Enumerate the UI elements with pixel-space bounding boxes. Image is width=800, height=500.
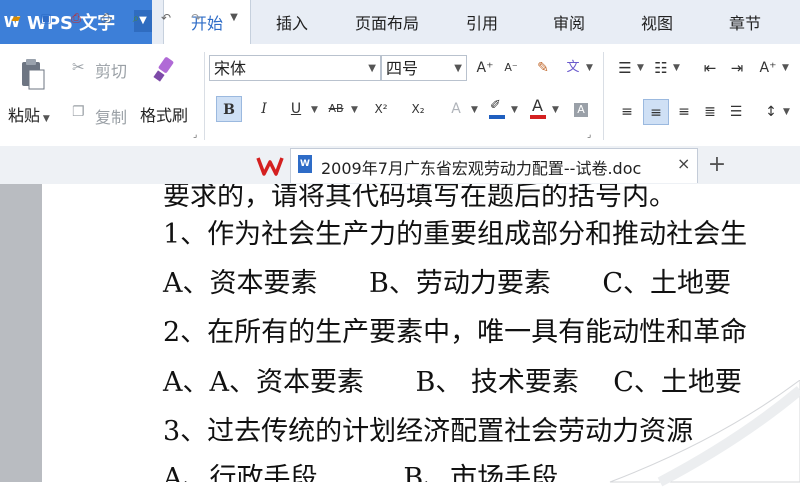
font-name-value: 宋体 xyxy=(214,59,247,78)
print-icon[interactable]: ⎙ xyxy=(98,10,114,26)
font-name-select[interactable]: 宋体 ▼ xyxy=(209,55,381,81)
cut-button[interactable]: 剪切 xyxy=(95,58,127,82)
font-color-bar xyxy=(530,115,546,119)
line-spacing-icon[interactable]: ↕ xyxy=(758,99,784,125)
font-size-value: 四号 xyxy=(386,59,419,78)
chevron-down-icon[interactable]: ▼ xyxy=(586,63,593,73)
decrease-indent-icon[interactable]: ⇤ xyxy=(697,55,723,81)
align-center-icon[interactable]: ≡ xyxy=(643,99,669,125)
shrink-font-button[interactable]: A⁻ xyxy=(498,55,524,81)
tab-insert[interactable]: 插入 xyxy=(263,0,321,44)
new-tab-button[interactable]: + xyxy=(705,150,729,180)
open-folder-icon[interactable]: ▰ xyxy=(8,10,24,26)
grow-font-button[interactable]: A⁺ xyxy=(472,55,498,81)
document-line: 要求的，请将其代码填写在题后的括号内。 xyxy=(163,184,676,212)
export-pdf-icon[interactable]: ⎙ xyxy=(68,10,84,26)
document-tab-title: 2009年7月广东省宏观劳动力配置--试卷.doc xyxy=(321,159,642,178)
align-right-icon[interactable]: ≡ xyxy=(671,99,697,125)
align-left-icon[interactable]: ≡ xyxy=(614,99,640,125)
page-gutter xyxy=(0,184,42,482)
font-launcher-icon[interactable]: ⌟ xyxy=(587,130,591,140)
redo-icon[interactable]: ↷ xyxy=(188,10,204,26)
copy-button[interactable]: 复制 xyxy=(95,104,127,128)
customize-toolbar-icon[interactable]: ▼ xyxy=(226,10,242,26)
chevron-down-icon: ▼ xyxy=(368,63,376,74)
format-painter-button[interactable]: 格式刷 xyxy=(140,102,188,126)
paste-label: 粘贴 xyxy=(8,106,41,125)
font-color-button[interactable]: A xyxy=(528,96,548,120)
ribbon-separator xyxy=(204,52,205,140)
document-line: 2、在所有的生产要素中，唯一具有能动性和革命 xyxy=(163,317,748,348)
tab-references[interactable]: 引用 xyxy=(455,0,509,44)
subscript-button[interactable]: X₂ xyxy=(405,96,431,122)
font-size-select[interactable]: 四号 ▼ xyxy=(381,55,467,81)
close-tab-icon[interactable]: × xyxy=(677,154,690,173)
underline-button[interactable]: U xyxy=(283,96,309,122)
document-line: 1、作为社会生产力的重要组成部分和推动社会生 xyxy=(163,219,748,250)
chevron-down-icon[interactable]: ▼ xyxy=(351,105,358,115)
undo-icon[interactable]: ↶ xyxy=(158,10,174,26)
chevron-down-icon[interactable]: ▼ xyxy=(311,105,318,115)
numbered-list-icon[interactable]: ☷ xyxy=(648,55,674,81)
chevron-down-icon[interactable]: ▼ xyxy=(782,63,789,73)
copy-icon[interactable]: ❐ xyxy=(72,104,85,120)
print-preview-icon[interactable]: ⌕ xyxy=(128,10,144,26)
chevron-down-icon[interactable]: ▼ xyxy=(673,63,680,73)
justify-icon[interactable]: ≣ xyxy=(697,99,723,125)
chevron-down-icon: ▼ xyxy=(454,63,462,74)
bullet-list-icon[interactable]: ☰ xyxy=(612,55,638,81)
chevron-down-icon[interactable]: ▼ xyxy=(637,63,644,73)
bold-button[interactable]: B xyxy=(216,96,242,122)
increase-indent-icon[interactable]: ⇥ xyxy=(724,55,750,81)
tab-chapter[interactable]: 章节 xyxy=(718,0,772,44)
tab-page-layout[interactable]: 页面布局 xyxy=(343,0,431,44)
chevron-down-icon[interactable]: ▼ xyxy=(783,107,790,117)
format-painter-icon[interactable] xyxy=(152,56,178,86)
superscript-button[interactable]: X² xyxy=(368,96,394,122)
paste-icon[interactable] xyxy=(20,58,46,92)
paste-button[interactable]: 粘贴 ▼ xyxy=(8,102,50,126)
chevron-down-icon[interactable]: ▼ xyxy=(552,105,559,115)
highlight-color-bar xyxy=(489,115,505,119)
document-tab[interactable]: W 2009年7月广东省宏观劳动力配置--试卷.doc × xyxy=(290,148,698,183)
chevron-down-icon[interactable]: ▼ xyxy=(471,105,478,115)
clear-format-icon[interactable]: ✎ xyxy=(530,55,556,81)
text-direction-icon[interactable]: A⁺ xyxy=(755,55,781,81)
page-curl-overlay xyxy=(609,380,800,487)
chevron-down-icon[interactable]: ▼ xyxy=(511,105,518,115)
save-icon[interactable]: ▣ xyxy=(38,10,54,26)
wps-w-logo-icon[interactable] xyxy=(256,154,284,178)
word-doc-icon: W xyxy=(298,155,312,173)
ribbon-separator xyxy=(603,52,604,140)
highlight-button[interactable]: ✐ xyxy=(488,98,506,120)
clipboard-launcher-icon[interactable]: ⌟ xyxy=(193,130,197,140)
document-line: A、资本要素 B、劳动力要素 C、土地要 xyxy=(163,268,731,299)
tab-view[interactable]: 视图 xyxy=(630,0,684,44)
tab-review[interactable]: 审阅 xyxy=(542,0,596,44)
cut-icon[interactable]: ✂ xyxy=(72,58,85,76)
phonetic-guide-icon[interactable]: 文 xyxy=(560,55,586,81)
italic-button[interactable]: I xyxy=(251,96,277,122)
highlighter-icon: ✐ xyxy=(490,98,501,113)
strikethrough-button[interactable]: AB xyxy=(323,96,349,122)
text-effect-icon[interactable]: A xyxy=(443,96,469,122)
distributed-align-icon[interactable]: ☰ xyxy=(723,99,749,125)
character-shading-icon[interactable]: A xyxy=(568,96,594,122)
font-color-glyph: A xyxy=(532,96,543,115)
document-line: A、行政手段 B、市场手段 xyxy=(163,463,559,482)
